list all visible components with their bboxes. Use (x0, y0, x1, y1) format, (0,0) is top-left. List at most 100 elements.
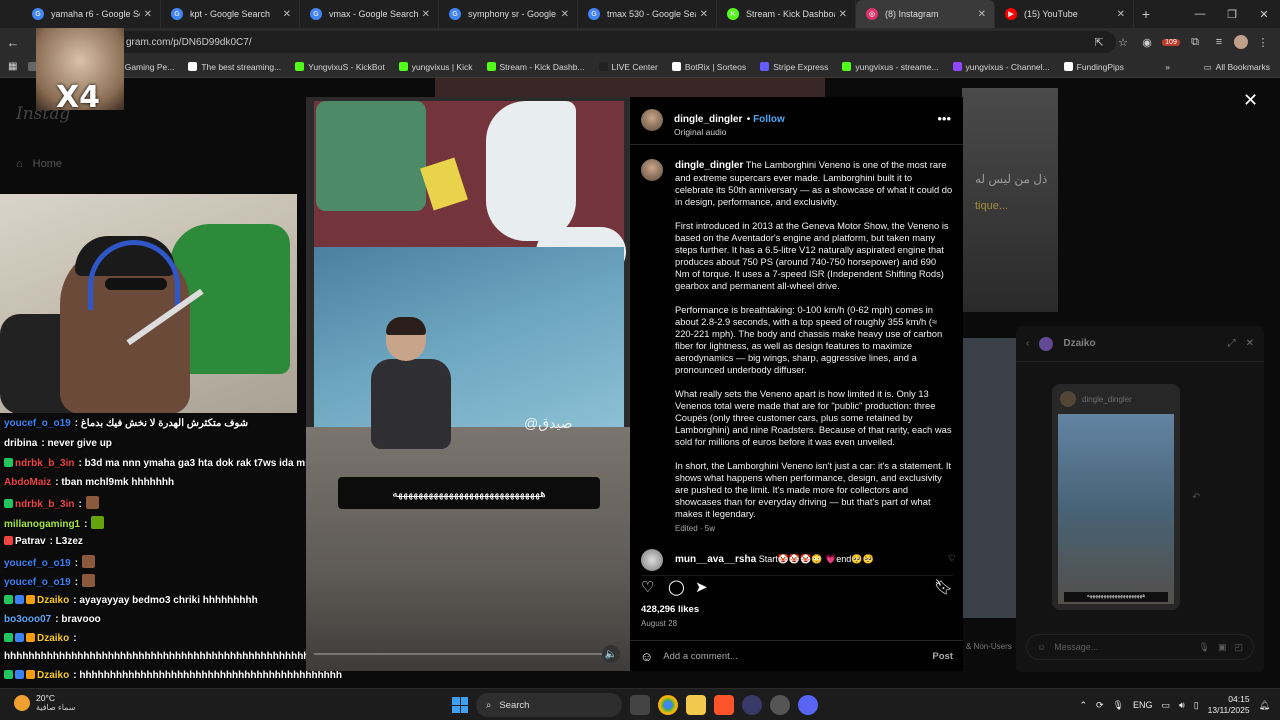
url-field[interactable]: gram.com/p/DN6D99dk0C7/ (36, 31, 1116, 53)
volume-icon[interactable]: 🔊︎ (1179, 700, 1185, 711)
bookmark-item[interactable]: BotRix | Sorteos (671, 62, 746, 72)
bookmark-item[interactable]: Stripe Express (760, 62, 828, 72)
profile-icon[interactable] (1234, 35, 1248, 49)
chat-username[interactable]: Dzaiko (37, 633, 69, 644)
nav-home[interactable]: ⌂ Home (16, 158, 62, 170)
bookmarks-overflow-icon[interactable]: » (1165, 62, 1170, 72)
volume-icon[interactable]: 🔈 (602, 645, 620, 663)
language-indicator[interactable]: ENG (1133, 700, 1153, 710)
chat-username[interactable]: AbdoMaiz (4, 477, 51, 488)
close-icon[interactable]: ✕ (1243, 90, 1258, 111)
chrome-icon[interactable] (658, 695, 678, 715)
browser-tab[interactable]: K Stream - Kick Dashboard ✕ (717, 0, 856, 28)
post-comment-button[interactable]: Post (932, 651, 953, 662)
avatar[interactable] (641, 159, 663, 181)
sticker-icon[interactable]: ◰ (1234, 642, 1243, 653)
bookmark-item[interactable]: LIVE Center (598, 62, 658, 72)
extension-badge-icon[interactable]: 109 (1162, 38, 1180, 46)
reply-icon[interactable]: ↶ (1192, 492, 1200, 503)
bookmark-item[interactable]: Stream - Kick Dashb... (486, 62, 585, 72)
save-icon[interactable]: 🔖︎ (934, 578, 953, 596)
clock[interactable]: 04:15 13/11/2025 (1208, 694, 1250, 716)
bookmark-item[interactable]: FundingPips (1063, 62, 1124, 72)
weather-widget[interactable]: 20°C سماء صافية (14, 693, 76, 712)
tab-close-icon[interactable]: ✕ (839, 9, 847, 20)
expand-icon[interactable]: ⤢ (1228, 338, 1236, 349)
all-bookmarks[interactable]: ▭ All Bookmarks (1204, 56, 1270, 78)
discord-icon[interactable] (798, 695, 818, 715)
tab-close-icon[interactable]: ✕ (561, 9, 569, 20)
audio-label[interactable]: Original audio (674, 127, 785, 137)
mic-icon[interactable]: 🎙︎ (1199, 642, 1210, 653)
dm-name[interactable]: Dzaiko (1063, 338, 1217, 349)
browser-tab[interactable]: Gtmax 530 - Google Search ✕ (578, 0, 717, 28)
chat-username[interactable]: millanogaming1 (4, 519, 80, 530)
image-icon[interactable]: ▣ (1218, 642, 1227, 653)
app-icon[interactable] (770, 695, 790, 715)
bookmark-item[interactable]: yungvixus - Channel... (952, 62, 1050, 72)
window-close-icon[interactable]: ✕ (1248, 8, 1280, 21)
follow-button[interactable]: Follow (753, 114, 785, 125)
shared-post-card[interactable]: dingle_dingler ههههههههههههههههههههه (1052, 384, 1180, 610)
chat-username[interactable]: youcef_o_o19 (4, 558, 71, 569)
tab-close-icon[interactable]: ✕ (700, 9, 708, 20)
taskbar-search[interactable]: ⌕ Search (476, 693, 622, 717)
dm-message-input[interactable]: ☺ Message... 🎙︎ ▣ ◰ (1026, 634, 1254, 660)
comment-username[interactable]: mun__ava__rsha (675, 554, 756, 565)
video-progress[interactable] (314, 653, 614, 655)
task-view-icon[interactable] (630, 695, 650, 715)
extension-icon[interactable]: ◉ (1138, 36, 1156, 49)
microphone-icon[interactable]: 🎙︎ (1113, 700, 1124, 711)
avatar[interactable] (641, 109, 663, 131)
tab-close-icon[interactable]: ✕ (1117, 9, 1125, 20)
caption-username[interactable]: dingle_dingler (675, 160, 743, 171)
bookmark-item[interactable]: YungvixuS - KickBot (295, 62, 385, 72)
app-tray-icon[interactable]: ⟳ (1096, 700, 1104, 711)
back-icon[interactable]: ‹ (1026, 338, 1029, 349)
windows-start-icon[interactable] (452, 697, 468, 713)
media-icon[interactable]: ≡ (1210, 36, 1228, 48)
back-icon[interactable]: ← (0, 35, 26, 50)
chat-username[interactable]: youcef_o_o19 (4, 418, 71, 429)
extensions-icon[interactable]: ⧉ (1186, 36, 1204, 49)
comment-icon[interactable]: ◯ (668, 578, 685, 596)
browser-tab[interactable]: Gsymphony sr - Google Search ✕ (439, 0, 578, 28)
dm-close-icon[interactable]: ✕ (1246, 338, 1254, 349)
menu-icon[interactable]: ⋮ (1254, 36, 1272, 49)
chat-username[interactable]: youcef_o_o19 (4, 577, 71, 588)
avatar[interactable] (641, 549, 663, 571)
share-icon[interactable]: ➤ (695, 578, 708, 596)
browser-tab[interactable]: Gvmax - Google Search ✕ (300, 0, 439, 28)
bookmark-item[interactable]: yungvixus - streame... (842, 62, 939, 72)
battery-icon[interactable]: ▯ (1194, 700, 1199, 711)
chat-username[interactable]: dribina (4, 438, 37, 449)
new-tab-icon[interactable]: + (1134, 6, 1158, 22)
tab-close-icon[interactable]: ✕ (978, 9, 986, 20)
post-username[interactable]: dingle_dingler (674, 114, 742, 125)
likes-count[interactable]: 428,296 likes (641, 604, 699, 615)
brave-icon[interactable] (714, 695, 734, 715)
network-icon[interactable]: ▭ (1162, 700, 1171, 711)
post-video[interactable]: @صيدق هههههههههههههههههههههههههههههه 🔈 (306, 97, 630, 671)
tab-close-icon[interactable]: ✕ (422, 9, 430, 20)
chat-username[interactable]: ndrbk_b_3in (15, 458, 74, 469)
chat-username[interactable]: Dzaiko (37, 670, 69, 681)
bookmark-item[interactable]: yungvixus | Kick (398, 62, 473, 72)
restore-icon[interactable]: ❐ (1216, 8, 1248, 21)
like-comment-icon[interactable]: ♡ (948, 553, 956, 564)
app-icon[interactable] (742, 695, 762, 715)
chat-username[interactable]: ndrbk_b_3in (15, 499, 74, 510)
install-icon[interactable]: ⇱ (1090, 36, 1108, 49)
bookmark-item[interactable]: The best streaming... (188, 62, 281, 72)
tab-close-icon[interactable]: ✕ (283, 9, 291, 20)
chat-username[interactable]: Dzaiko (37, 595, 69, 606)
chat-username[interactable]: Patrav (15, 536, 46, 547)
like-icon[interactable]: ♡ (641, 578, 654, 596)
more-options-icon[interactable]: ••• (937, 111, 951, 126)
browser-tab[interactable]: Gkpt - Google Search ✕ (161, 0, 300, 28)
chat-username[interactable]: bo3ooo07 (4, 614, 51, 625)
comment-input[interactable]: Add a comment... (663, 651, 932, 662)
browser-tab[interactable]: ◎ (8) Instagram ✕ (856, 0, 995, 28)
browser-tab[interactable]: ▶ (15) YouTube ✕ (995, 0, 1134, 28)
chevron-up-icon[interactable]: ⌃ (1079, 700, 1087, 711)
